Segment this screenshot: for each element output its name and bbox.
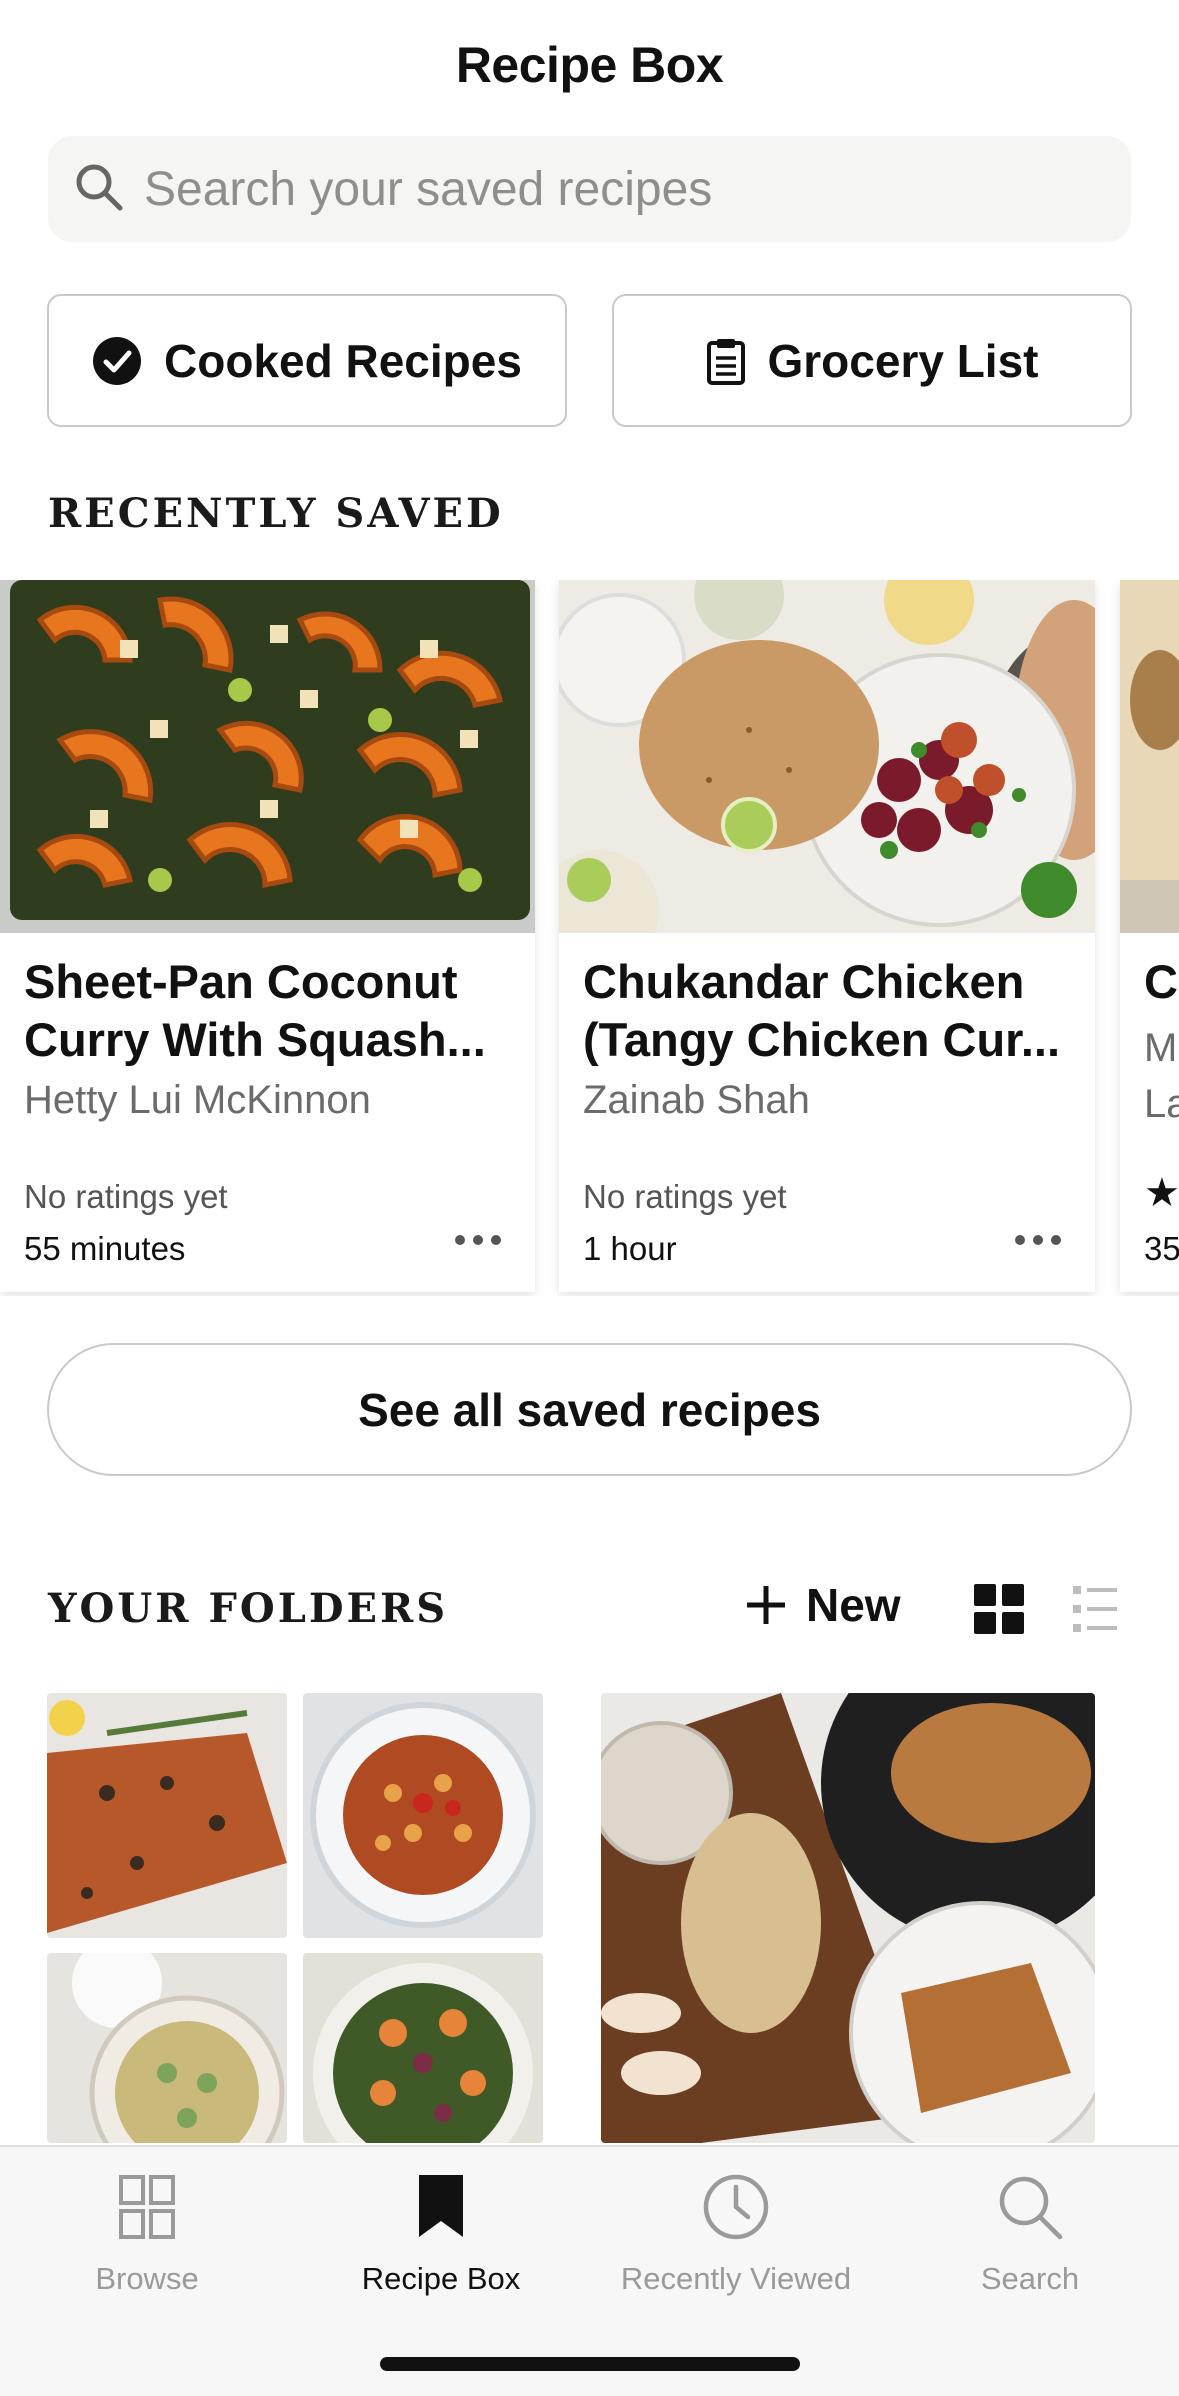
- tab-browse[interactable]: Browse: [0, 2167, 294, 2297]
- tab-label: Recently Viewed: [620, 2261, 852, 2296]
- recipe-rating: ★: [1144, 1171, 1179, 1215]
- recipe-author: M La: [1144, 1020, 1179, 1132]
- recipe-rating: No ratings yet: [24, 1178, 228, 1215]
- grocery-list-label: Grocery List: [767, 334, 1039, 387]
- your-folders-heading: YOUR FOLDERS: [48, 1585, 449, 1632]
- plus-icon: [744, 1583, 788, 1627]
- folder-card[interactable]: [601, 1693, 1095, 2143]
- recipe-card[interactable]: Chukandar Chicken (Tangy Chicken Cur... …: [559, 580, 1095, 1292]
- new-folder-button[interactable]: New: [744, 1578, 901, 1632]
- recently-saved-heading: RECENTLY SAVED: [48, 490, 504, 537]
- recently-saved-carousel[interactable]: Sheet-Pan Coconut Curry With Squash... H…: [0, 580, 1179, 1296]
- recipe-title[interactable]: Chukandar Chicken (Tangy Chicken Cur...: [583, 953, 1073, 1069]
- grocery-list-button[interactable]: Grocery List: [612, 294, 1132, 427]
- recipe-rating: No ratings yet: [583, 1178, 787, 1215]
- recipe-author: Hetty Lui McKinnon: [24, 1078, 371, 1122]
- new-folder-label: New: [806, 1579, 901, 1631]
- folder-thumbnail: [303, 1693, 543, 1938]
- clipboard-icon: [706, 337, 746, 385]
- recipe-photo: [1120, 580, 1179, 933]
- folder-thumbnail: [47, 1693, 287, 1938]
- recipe-title[interactable]: Sheet-Pan Coconut Curry With Squash...: [24, 953, 514, 1069]
- folder-thumbnail: [601, 1693, 1095, 2143]
- tab-label: Search: [980, 2261, 1080, 2296]
- cooked-recipes-button[interactable]: Cooked Recipes: [47, 294, 567, 427]
- recipe-photo: [0, 580, 535, 933]
- folder-card[interactable]: [47, 1693, 543, 2143]
- search-input[interactable]: [144, 161, 1044, 217]
- see-all-saved-button[interactable]: See all saved recipes: [47, 1343, 1132, 1476]
- grid-view-icon[interactable]: [974, 1584, 1024, 1639]
- clock-icon: [702, 2167, 770, 2247]
- home-indicator[interactable]: [380, 2357, 800, 2371]
- recipe-author: Zainab Shah: [583, 1078, 810, 1122]
- search-bar[interactable]: [48, 136, 1131, 242]
- more-options-icon[interactable]: [1015, 1235, 1061, 1245]
- tab-label: Browse: [95, 2261, 199, 2296]
- tab-label: Recipe Box: [361, 2261, 521, 2296]
- check-circle-icon: [92, 336, 142, 386]
- recipe-time: 55 minutes: [24, 1230, 186, 1267]
- tab-recently-viewed[interactable]: Recently Viewed: [589, 2167, 883, 2297]
- recipe-author-line: La: [1144, 1082, 1179, 1126]
- recipe-photo: [559, 580, 1095, 933]
- search-icon: [996, 2167, 1064, 2247]
- search-icon: [72, 160, 126, 219]
- recipe-time: 35: [1144, 1230, 1179, 1267]
- recipe-title[interactable]: Co: [1144, 953, 1179, 1011]
- page-title: Recipe Box: [455, 37, 724, 93]
- recipe-time: 1 hour: [583, 1230, 677, 1267]
- list-view-icon[interactable]: [1073, 1584, 1117, 1639]
- recipe-card[interactable]: Sheet-Pan Coconut Curry With Squash... H…: [0, 580, 535, 1292]
- tab-search[interactable]: Search: [883, 2167, 1177, 2297]
- recipe-author-line: M: [1144, 1026, 1178, 1070]
- grid-icon: [119, 2167, 175, 2247]
- bookmark-icon: [419, 2167, 463, 2247]
- folder-thumbnail: [47, 1953, 287, 2143]
- folder-thumbnail: [303, 1953, 543, 2143]
- more-options-icon[interactable]: [455, 1235, 501, 1245]
- tab-recipe-box[interactable]: Recipe Box: [294, 2167, 588, 2297]
- recipe-card[interactable]: Co M La ★ 35: [1120, 580, 1179, 1292]
- cooked-recipes-label: Cooked Recipes: [164, 334, 522, 387]
